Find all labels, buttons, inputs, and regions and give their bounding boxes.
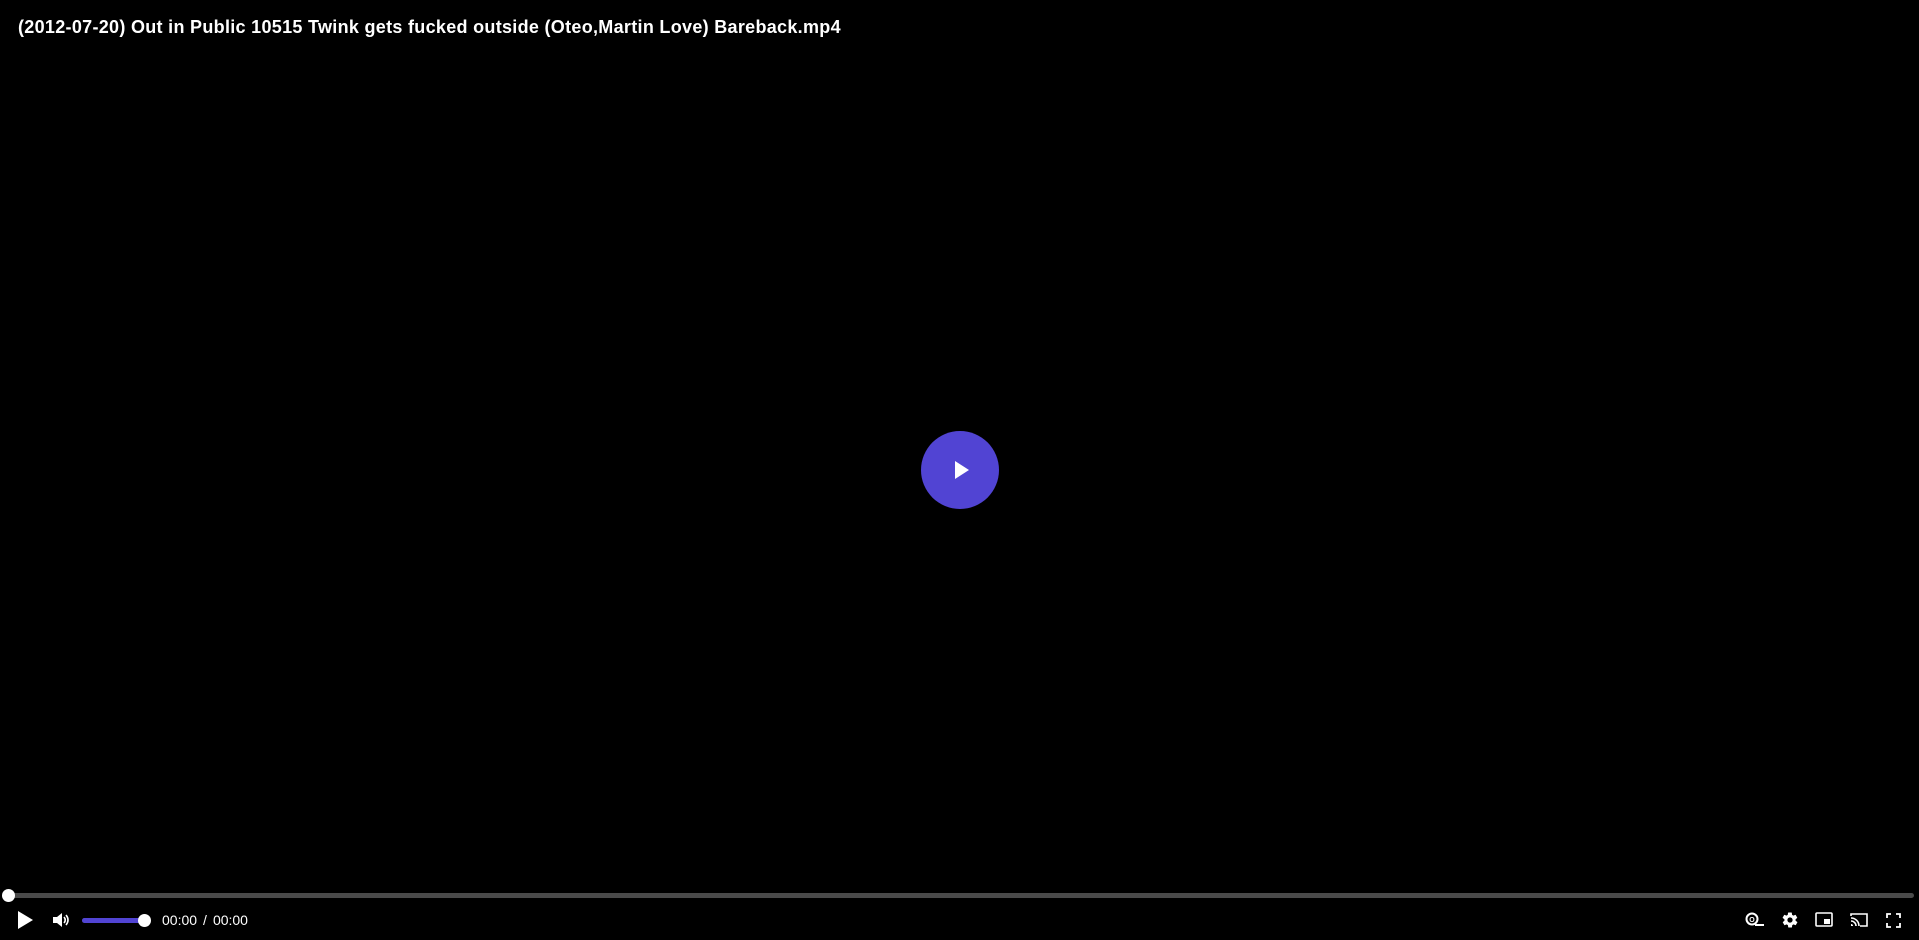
- volume-handle[interactable]: [138, 914, 151, 927]
- current-time: 00:00: [162, 912, 198, 928]
- svg-text:O: O: [1749, 917, 1755, 924]
- subtitles-icon: O: [1745, 912, 1764, 926]
- play-icon: [955, 461, 969, 479]
- volume-fill: [82, 918, 144, 923]
- time-display: 00:00 / 00:00: [162, 912, 248, 928]
- big-play-button[interactable]: [921, 431, 999, 509]
- fullscreen-icon: [1885, 912, 1901, 928]
- volume-icon: [53, 913, 69, 927]
- duration: 00:00: [212, 912, 248, 928]
- pip-button[interactable]: [1809, 905, 1839, 935]
- video-title: (2012-07-20) Out in Public 10515 Twink g…: [18, 17, 841, 37]
- gear-icon: [1782, 912, 1798, 928]
- settings-button[interactable]: [1775, 905, 1805, 935]
- play-button[interactable]: [10, 905, 40, 935]
- video-player[interactable]: (2012-07-20) Out in Public 10515 Twink g…: [0, 0, 1919, 940]
- volume-slider[interactable]: [82, 914, 151, 927]
- cast-icon: [1850, 913, 1868, 927]
- picture-in-picture-icon: [1815, 912, 1833, 927]
- play-icon: [18, 911, 33, 929]
- cast-button[interactable]: [1844, 905, 1874, 935]
- progress-handle[interactable]: [2, 889, 15, 902]
- fullscreen-button[interactable]: [1878, 905, 1908, 935]
- captions-button[interactable]: O: [1740, 905, 1770, 935]
- mute-button[interactable]: [46, 905, 76, 935]
- progress-bar[interactable]: [2, 889, 1914, 902]
- time-separator: /: [203, 912, 207, 928]
- control-bar: 00:00 / 00:00 O: [0, 905, 1919, 935]
